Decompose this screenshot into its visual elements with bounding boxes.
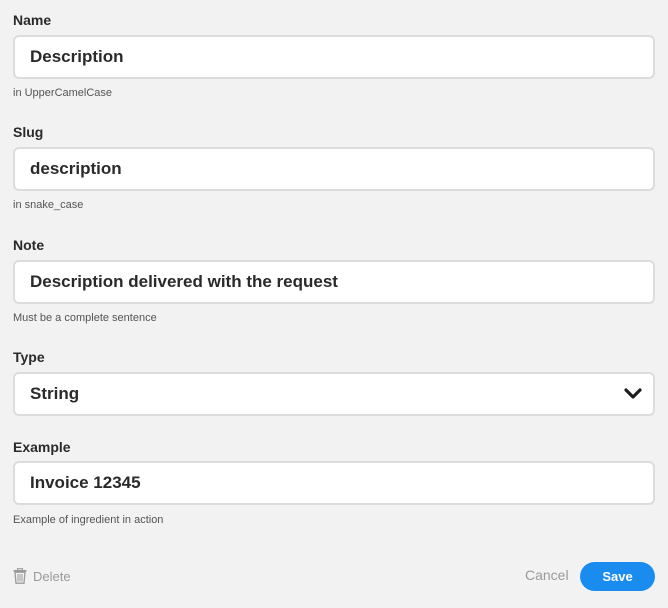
trash-icon — [13, 568, 27, 584]
type-select-value[interactable] — [15, 374, 653, 414]
slug-input[interactable] — [15, 149, 653, 189]
cancel-button[interactable]: Cancel — [525, 567, 569, 583]
name-label: Name — [13, 12, 52, 28]
name-field-wrapper — [13, 35, 655, 79]
note-hint: Must be a complete sentence — [13, 312, 157, 324]
delete-label: Delete — [33, 568, 71, 584]
example-label: Example — [13, 439, 71, 455]
type-select[interactable] — [13, 372, 655, 416]
slug-field-wrapper — [13, 147, 655, 191]
slug-label: Slug — [13, 124, 44, 140]
save-button[interactable]: Save — [580, 562, 655, 591]
chevron-down-icon[interactable] — [623, 384, 643, 404]
name-input[interactable] — [15, 37, 653, 77]
note-field-wrapper — [13, 260, 655, 304]
example-field-wrapper — [13, 461, 655, 505]
delete-button[interactable]: Delete — [13, 568, 71, 584]
example-input[interactable] — [15, 463, 653, 503]
type-label: Type — [13, 349, 45, 365]
note-label: Note — [13, 237, 45, 253]
slug-hint: in snake_case — [13, 199, 84, 211]
note-input[interactable] — [15, 262, 653, 302]
name-hint: in UpperCamelCase — [13, 87, 113, 99]
example-hint: Example of ingredient in action — [13, 514, 164, 526]
